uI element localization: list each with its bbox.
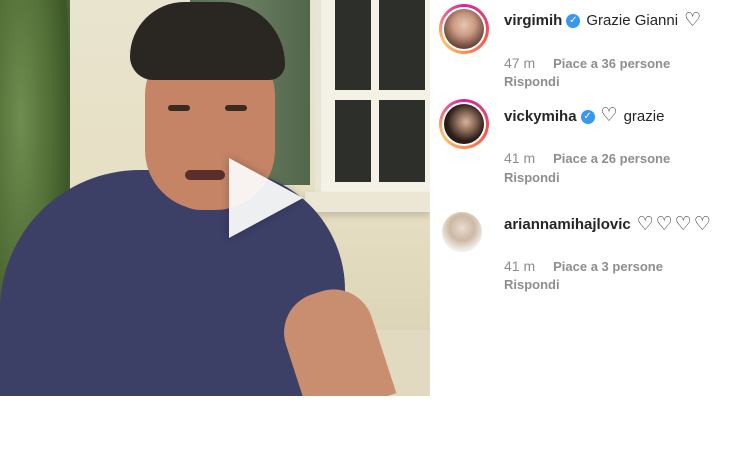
avatar[interactable] bbox=[439, 99, 489, 149]
video-person bbox=[0, 0, 430, 396]
comment-time: 41 m bbox=[504, 150, 536, 166]
reply-button[interactable]: Rispondi bbox=[504, 170, 560, 185]
person-hair bbox=[130, 2, 285, 80]
comment-text: Grazie Gianni bbox=[586, 12, 679, 29]
person-eye-right bbox=[225, 105, 247, 111]
comment-time: 47 m bbox=[504, 55, 536, 71]
heart-icon[interactable]: ♡ bbox=[684, 11, 701, 30]
video-player[interactable] bbox=[0, 0, 430, 396]
heart-icon[interactable]: ♡ bbox=[601, 106, 618, 125]
person-eye-left bbox=[168, 105, 190, 111]
play-icon[interactable] bbox=[229, 158, 303, 238]
verified-badge-icon: ✓ bbox=[566, 13, 581, 28]
comment-username[interactable]: ariannamihajlovic bbox=[504, 216, 631, 233]
comment-username[interactable]: virgimih bbox=[504, 12, 562, 29]
comment-likes[interactable]: Piace a 3 persone bbox=[553, 259, 663, 274]
heart-icon: ♡♡♡♡ bbox=[636, 213, 713, 235]
comment-likes[interactable]: Piace a 26 persone bbox=[553, 151, 670, 166]
avatar[interactable] bbox=[442, 212, 482, 252]
comment-time: 41 m bbox=[504, 258, 536, 274]
comment-text: grazie bbox=[623, 108, 665, 125]
person-mouth bbox=[185, 170, 225, 180]
reply-button[interactable]: Rispondi bbox=[504, 277, 560, 292]
comment-likes[interactable]: Piace a 36 persone bbox=[553, 56, 670, 71]
verified-badge-icon: ✓ bbox=[580, 109, 595, 124]
reply-button[interactable]: Rispondi bbox=[504, 74, 560, 89]
comment-username[interactable]: vickymiha bbox=[504, 108, 577, 125]
avatar[interactable] bbox=[439, 4, 489, 54]
comments-panel: virgimih ✓ Grazie Gianni ♡ 47 m Piace a … bbox=[430, 0, 738, 396]
